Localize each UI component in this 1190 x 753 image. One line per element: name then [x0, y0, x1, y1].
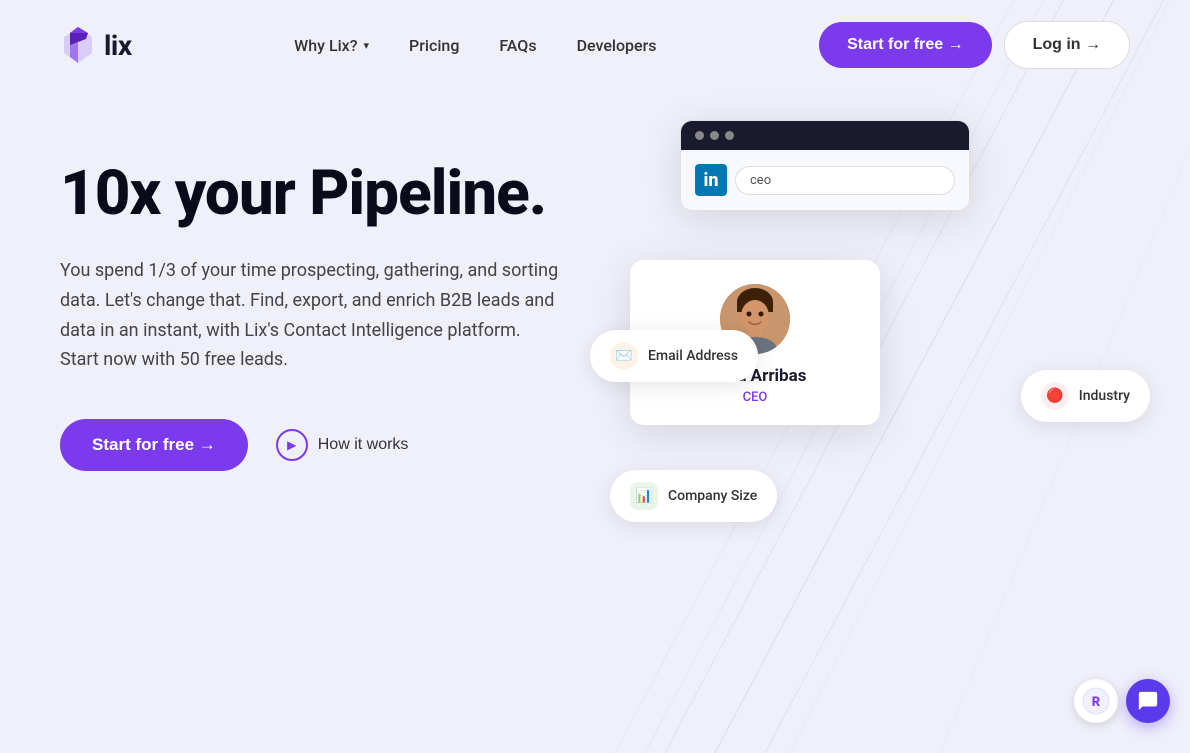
play-icon: ▶	[276, 429, 308, 461]
linkedin-logo: in	[695, 164, 727, 196]
browser-dot-3	[725, 131, 734, 140]
chat-icon[interactable]	[1126, 679, 1170, 723]
how-it-works-button[interactable]: ▶ How it works	[276, 429, 409, 461]
browser-content: in ceo	[681, 150, 969, 210]
industry-icon: 🔴	[1041, 382, 1069, 410]
nav-pricing[interactable]: Pricing	[409, 36, 459, 55]
linkedin-header: in ceo	[695, 164, 955, 196]
logo[interactable]: lix	[60, 25, 132, 65]
hero-actions: Start for free → ▶ How it works	[60, 419, 620, 471]
nav-cta: Start for free → Log in →	[819, 21, 1130, 69]
email-icon: ✉️	[610, 342, 638, 370]
revain-logo: R	[1074, 679, 1118, 723]
browser-bar	[681, 121, 969, 150]
navbar: lix Why Lix? ▾ Pricing FAQs Developers S…	[0, 0, 1190, 90]
chevron-down-icon: ▾	[364, 39, 370, 52]
hero-right: in ceo	[620, 130, 1130, 753]
linkedin-search: ceo	[735, 166, 955, 195]
nav-faqs[interactable]: FAQs	[499, 36, 536, 55]
nav-start-free-button[interactable]: Start for free →	[819, 22, 991, 68]
logo-icon	[60, 25, 96, 65]
hero-description: You spend 1/3 of your time prospecting, …	[60, 256, 560, 375]
logo-text: lix	[104, 29, 132, 62]
nav-developers[interactable]: Developers	[577, 36, 657, 55]
hero-section: 10x your Pipeline. You spend 1/3 of your…	[0, 90, 1190, 753]
chip-company-size: 📊 Company Size	[610, 470, 777, 522]
profile-role: CEO	[650, 390, 860, 405]
chip-email: ✉️ Email Address	[590, 330, 758, 382]
browser-mockup: in ceo	[680, 120, 970, 211]
nav-login-button[interactable]: Log in →	[1004, 21, 1130, 69]
nav-why-lix[interactable]: Why Lix? ▾	[294, 36, 369, 55]
hero-start-free-button[interactable]: Start for free →	[60, 419, 248, 471]
browser-dot-2	[710, 131, 719, 140]
hero-left: 10x your Pipeline. You spend 1/3 of your…	[60, 130, 620, 471]
revain-widget: R	[1074, 679, 1170, 723]
company-size-icon: 📊	[630, 482, 658, 510]
svg-text:R: R	[1092, 695, 1101, 710]
chip-industry: 🔴 Industry	[1021, 370, 1150, 422]
hero-title: 10x your Pipeline.	[60, 160, 620, 228]
nav-links: Why Lix? ▾ Pricing FAQs Developers	[294, 36, 656, 55]
browser-dot-1	[695, 131, 704, 140]
revain-icon: R	[1082, 687, 1110, 715]
